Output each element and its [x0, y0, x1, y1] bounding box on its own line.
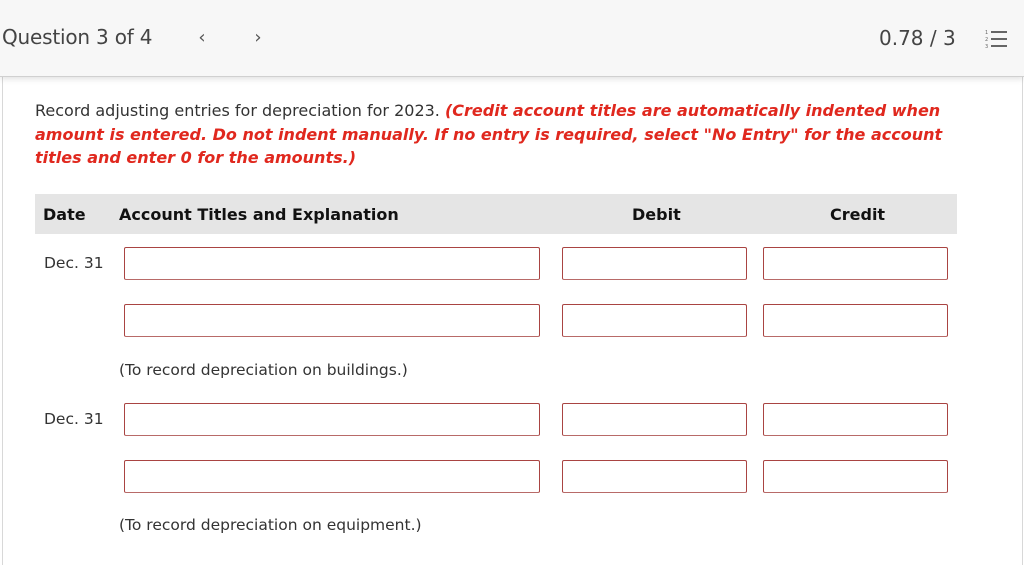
question-instructions: Record adjusting entries for depreciatio…	[35, 99, 965, 170]
svg-text:3: 3	[985, 44, 988, 49]
column-header-date: Date	[43, 205, 86, 224]
numbered-list-icon: 1 2 3	[985, 30, 1007, 50]
credit-input[interactable]	[763, 304, 948, 337]
next-question-button[interactable]: ›	[248, 27, 268, 49]
chevron-left-icon: ‹	[198, 27, 206, 48]
credit-input[interactable]	[763, 460, 948, 493]
debit-input[interactable]	[562, 460, 747, 493]
question-navigation-bar: Question 3 of 4 ‹ › 0.78 / 3 1 2 3	[0, 0, 1024, 77]
svg-text:1: 1	[985, 30, 988, 36]
instructions-text: Record adjusting entries for depreciatio…	[35, 101, 445, 120]
score-display: 0.78 / 3	[879, 26, 956, 50]
entry-explanation: (To record depreciation on equipment.)	[119, 516, 422, 534]
entry-date: Dec. 31	[44, 254, 104, 272]
column-header-debit: Debit	[632, 205, 681, 224]
account-title-input[interactable]	[124, 304, 540, 337]
debit-input[interactable]	[562, 304, 747, 337]
debit-input[interactable]	[562, 247, 747, 280]
svg-text:2: 2	[985, 37, 988, 43]
account-title-input[interactable]	[124, 403, 540, 436]
account-title-input[interactable]	[124, 247, 540, 280]
previous-question-button[interactable]: ‹	[192, 27, 212, 49]
entry-date: Dec. 31	[44, 410, 104, 428]
debit-input[interactable]	[562, 403, 747, 436]
journal-table-header: Date Account Titles and Explanation Debi…	[35, 194, 957, 234]
column-header-account: Account Titles and Explanation	[119, 205, 399, 224]
account-title-input[interactable]	[124, 460, 540, 493]
question-list-button[interactable]: 1 2 3	[985, 29, 1009, 50]
chevron-right-icon: ›	[254, 27, 262, 48]
question-counter: Question 3 of 4	[2, 25, 153, 49]
entry-explanation: (To record depreciation on buildings.)	[119, 361, 408, 379]
credit-input[interactable]	[763, 403, 948, 436]
column-header-credit: Credit	[830, 205, 886, 224]
credit-input[interactable]	[763, 247, 948, 280]
